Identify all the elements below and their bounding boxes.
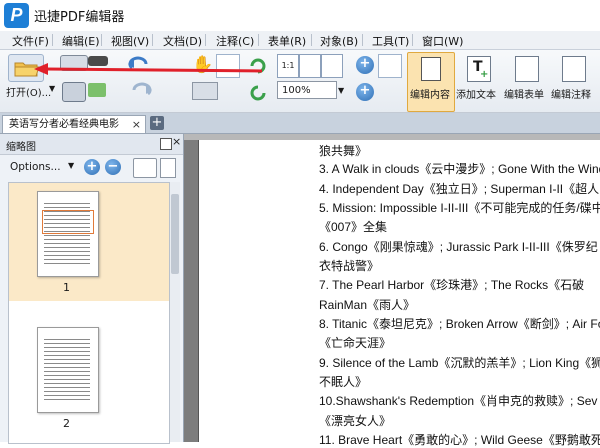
document-text-line: RainMan《雨人》 (319, 298, 416, 312)
zoom-in-small-icon[interactable]: + (356, 83, 374, 101)
email-icon[interactable] (88, 83, 106, 97)
document-text-line: 衣特战警》 (319, 259, 380, 273)
fit-width-button[interactable] (321, 54, 343, 78)
document-text-line: 11. Brave Heart《勇敢的心》; Wild Geese《野鹅敢死 (319, 433, 600, 447)
sidebar-scrollbar-thumb[interactable] (171, 194, 179, 274)
document-text-line: 6. Congo《刚果惊魂》; Jurassic Park I-II-III《侏… (319, 240, 598, 254)
thumbnail-page-1[interactable] (37, 191, 99, 277)
edit-form-icon[interactable] (515, 56, 539, 82)
menu-tools[interactable]: 工具(T) (372, 33, 409, 49)
menu-document[interactable]: 文档(D) (163, 33, 202, 49)
menu-annotate[interactable]: 注释(C) (216, 33, 254, 49)
close-tab-icon[interactable]: × (132, 116, 141, 133)
document-text-line: 10.Shawshank's Redemption《肖申克的救赎》; Sev (319, 394, 598, 408)
open-label[interactable]: 打开(O)... (6, 84, 51, 99)
app-logo-icon: P (4, 3, 29, 28)
menu-object[interactable]: 对象(B) (320, 33, 358, 49)
scan-icon[interactable] (60, 55, 88, 71)
document-text-line: 4. Independent Day《独立日》; Superman I-II《超… (319, 182, 600, 196)
thumbnail-list: 1 2 (8, 182, 170, 444)
zoom-out-thumbnail-icon[interactable]: − (105, 159, 121, 175)
thumbnail-page-number: 1 (63, 281, 70, 294)
document-tab-title: 英语写分者必看经典电影 (9, 119, 119, 130)
sidebar-scrollbar[interactable] (170, 182, 180, 442)
document-text-line: 《亡命天涯》 (319, 336, 392, 350)
edit-annotation-label[interactable]: 编辑注释 (551, 86, 591, 101)
edit-content-button[interactable] (407, 52, 455, 112)
thumbnail-more-icon[interactable] (160, 158, 176, 178)
edit-content-icon (421, 57, 441, 81)
snapshot-icon[interactable] (192, 82, 218, 100)
menu-separator (101, 34, 102, 46)
options-menu[interactable]: Options... (10, 161, 61, 173)
sidebar-header: 缩略图 × (0, 134, 183, 155)
thumbnail-view-frame[interactable] (42, 210, 94, 234)
menu-separator (258, 34, 259, 46)
open-dropdown-icon[interactable]: ▼ (49, 84, 55, 93)
document-text-line: 《007》全集 (319, 220, 388, 234)
open-button[interactable] (8, 54, 44, 82)
plus-glyph: + (480, 69, 489, 80)
pin-icon[interactable] (160, 138, 172, 150)
toolbar: 打开(O)... ▼ ✋ 1:1 100% ▼ + + 编辑内容 T + 添加文… (0, 50, 600, 113)
add-text-icon[interactable]: T + (467, 56, 491, 82)
sidebar-title: 缩略图 (6, 142, 36, 153)
thumbnail-page-number: 2 (63, 417, 70, 430)
menu-separator (311, 34, 312, 46)
document-text-line: 《漂亮女人》 (319, 414, 392, 428)
zoom-select[interactable]: 100% (277, 81, 337, 99)
undo-icon[interactable] (122, 54, 158, 76)
menu-form[interactable]: 表单(R) (268, 33, 306, 49)
scanner-icon[interactable] (88, 56, 108, 66)
title-bar: P 迅捷PDF编辑器 (0, 0, 600, 32)
edit-annotation-icon[interactable] (562, 56, 586, 82)
document-text-line: 不眠人》 (319, 375, 368, 389)
fit-page-button[interactable] (299, 54, 321, 78)
document-page[interactable]: 狼共舞》 3. A Walk in clouds《云中漫步》; Gone Wit… (198, 140, 600, 447)
menu-separator (152, 34, 153, 46)
actual-size-button[interactable]: 1:1 (277, 54, 299, 78)
edit-form-label[interactable]: 编辑表单 (504, 86, 544, 101)
document-text-line: 5. Mission: Impossible I-II-III《不可能完成的任务… (319, 201, 600, 215)
redo-icon[interactable] (122, 80, 158, 102)
menu-window[interactable]: 窗口(W) (422, 33, 463, 49)
new-tab-icon[interactable]: + (150, 116, 164, 130)
add-text-label[interactable]: 添加文本 (456, 86, 496, 101)
refresh-icon[interactable] (247, 82, 269, 104)
menu-separator (205, 34, 206, 46)
document-text-line: 3. A Walk in clouds《云中漫步》; Gone With the… (319, 162, 600, 176)
menu-bar: 文件(F) 编辑(E) 视图(V) 文档(D) 注释(C) 表单(R) 对象(B… (0, 31, 600, 50)
document-text-line: 8. Titanic《泰坦尼克》; Broken Arrow《断剑》; Air … (319, 317, 600, 331)
menu-separator (52, 34, 53, 46)
menu-separator (362, 34, 363, 46)
thumbnail-page-2[interactable] (37, 327, 99, 413)
zoom-dropdown-icon[interactable]: ▼ (338, 86, 344, 95)
print-icon[interactable] (62, 82, 86, 102)
rotate-icon[interactable] (247, 54, 269, 76)
hand-tool-icon[interactable]: ✋ (192, 54, 214, 76)
menu-file[interactable]: 文件(F) (12, 33, 49, 49)
zoom-in-thumbnail-icon[interactable]: + (84, 159, 100, 175)
rotate-thumbnail-icon[interactable] (133, 158, 157, 178)
close-sidebar-icon[interactable]: × (172, 135, 181, 148)
thumbnail-sidebar: 缩略图 × Options... ▼ + − 1 2 (0, 134, 184, 444)
menu-separator (412, 34, 413, 46)
zoom-tool-icon[interactable] (378, 54, 402, 78)
document-text-line: 9. Silence of the Lamb《沉默的羔羊》; Lion King… (319, 356, 600, 370)
options-dropdown-icon[interactable]: ▼ (68, 161, 74, 170)
document-text-line: 7. The Pearl Harbor《珍珠港》; The Rocks《石破 (319, 278, 585, 292)
thumbnail-text-lines (44, 336, 90, 402)
zoom-in-icon[interactable]: + (356, 56, 374, 74)
document-view: 狼共舞》 3. A Walk in clouds《云中漫步》; Gone Wit… (184, 134, 600, 447)
edit-content-label: 编辑内容 (410, 90, 450, 101)
app-title: 迅捷PDF编辑器 (34, 10, 125, 25)
document-tab[interactable]: 英语写分者必看经典电影 × (2, 115, 146, 133)
document-text-line: 狼共舞》 (319, 144, 368, 158)
document-tabstrip: 英语写分者必看经典电影 × + (0, 113, 600, 134)
select-text-icon[interactable] (216, 54, 240, 78)
sidebar-toolbar: Options... ▼ + − (0, 155, 183, 179)
menu-edit[interactable]: 编辑(E) (62, 33, 100, 49)
menu-view[interactable]: 视图(V) (111, 33, 149, 49)
folder-icon (14, 62, 40, 77)
